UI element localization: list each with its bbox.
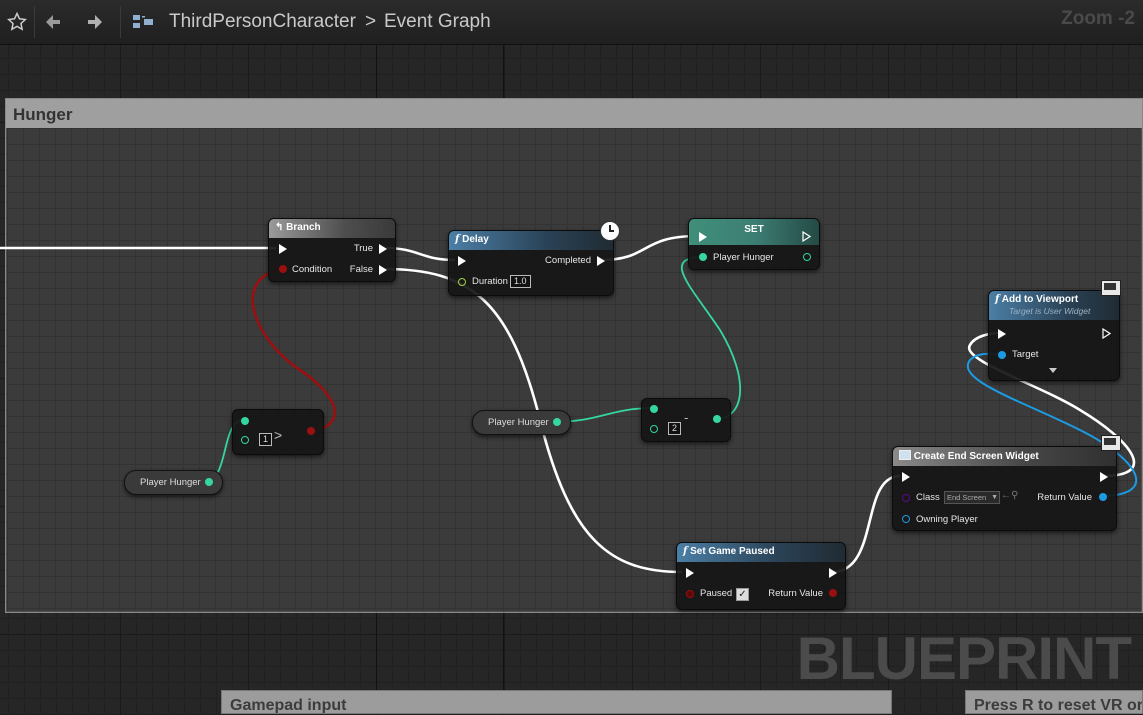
- wires-layer: [0, 234, 1138, 574]
- set-player-hunger-out-pin[interactable]: [803, 253, 811, 261]
- monitor-icon: [1101, 280, 1121, 296]
- set-game-paused-return-label: Return Value: [768, 588, 823, 599]
- delay-completed-pin[interactable]: [597, 256, 605, 266]
- add-to-viewport-header: f Add to Viewport Target is User Widget: [989, 291, 1119, 320]
- create-widget-header: Create End Screen Widget: [893, 447, 1116, 466]
- create-widget-node[interactable]: Create End Screen Widget Class End Scree…: [892, 435, 1121, 531]
- subtract-a-pin[interactable]: [650, 405, 658, 413]
- comment-box-vr-reset[interactable]: Press R to reset VR or: [965, 690, 1143, 714]
- player-hunger-getter[interactable]: Player Hunger: [124, 470, 223, 495]
- subtract-operator: -: [684, 410, 689, 425]
- set-game-paused-header: f Set Game Paused: [677, 543, 845, 562]
- branch-true-pin[interactable]: [379, 244, 387, 254]
- set-exec-out-pin[interactable]: [802, 231, 811, 242]
- add-to-viewport-target-label: Target: [1012, 349, 1039, 360]
- create-widget-exec-out-pin[interactable]: [1100, 472, 1108, 482]
- branch-exec-in-pin[interactable]: [279, 244, 287, 254]
- delay-node-header: f Delay: [449, 231, 613, 250]
- delay-exec-in-pin[interactable]: [458, 256, 466, 266]
- set-game-paused-exec-in-pin[interactable]: [686, 568, 694, 578]
- branch-condition-pin[interactable]: [279, 265, 287, 273]
- branch-title: Branch: [286, 222, 321, 233]
- greater-a-pin[interactable]: [241, 417, 249, 425]
- set-exec-in-pin[interactable]: [699, 232, 707, 242]
- create-widget-title: Create End Screen Widget: [913, 451, 1039, 462]
- blueprint-watermark: BLUEPRINT: [796, 625, 1132, 692]
- add-to-viewport-subtitle: Target is User Widget: [1009, 306, 1091, 316]
- branch-false-pin[interactable]: [379, 265, 387, 275]
- monitor-icon: [1101, 435, 1121, 451]
- set-player-hunger-label: Player Hunger: [713, 252, 774, 263]
- branch-icon: ↰: [275, 222, 284, 233]
- greater-result-pin[interactable]: [307, 427, 315, 435]
- set-game-paused-paused-pin[interactable]: [686, 590, 694, 598]
- greater-b-input[interactable]: 1: [259, 433, 273, 446]
- dropdown-arrow-icon: ▼: [991, 494, 998, 501]
- create-widget-exec-in-pin[interactable]: [902, 472, 910, 482]
- function-icon: f: [455, 234, 460, 245]
- function-icon: f: [995, 294, 1000, 305]
- set-player-hunger-node[interactable]: SET Player Hunger: [688, 218, 820, 270]
- set-player-hunger-in-pin[interactable]: [699, 253, 707, 261]
- set-game-paused-node[interactable]: f Set Game Paused Paused ✓ Return Value: [676, 542, 846, 610]
- branch-true-label: True: [353, 243, 373, 254]
- add-to-viewport-exec-in-pin[interactable]: [998, 329, 1006, 339]
- set-game-paused-return-pin[interactable]: [829, 589, 837, 597]
- greater-than-node[interactable]: 1 >: [232, 409, 324, 455]
- subtract-node[interactable]: 2 -: [641, 398, 731, 442]
- clock-icon: [600, 221, 620, 241]
- create-widget-return-label: Return Value: [1037, 492, 1092, 503]
- branch-condition-label: Condition: [292, 264, 333, 275]
- create-widget-class-value: End Screen: [947, 493, 987, 502]
- set-game-paused-title: Set Game Paused: [690, 546, 775, 557]
- create-widget-class-pin[interactable]: [902, 494, 910, 502]
- player-hunger-getter-pin[interactable]: [205, 478, 213, 486]
- add-to-viewport-title: Add to Viewport: [1001, 294, 1079, 305]
- create-widget-owning-player-pin[interactable]: [902, 515, 910, 523]
- paused-checkbox[interactable]: ✓: [736, 588, 749, 601]
- browse-search-icon[interactable]: ⚲: [1011, 490, 1018, 501]
- greater-b-pin[interactable]: [241, 436, 249, 444]
- delay-completed-label: Completed: [545, 255, 591, 266]
- create-widget-class-select[interactable]: End Screen ▼: [944, 491, 1000, 504]
- delay-duration-pin[interactable]: [458, 278, 466, 286]
- create-widget-class-label: Class: [916, 492, 940, 503]
- greater-operator: >: [274, 427, 283, 443]
- set-game-paused-exec-out-pin[interactable]: [829, 568, 837, 578]
- comment-box-gamepad-input[interactable]: Gamepad input: [221, 690, 892, 714]
- subtract-b-input[interactable]: 2: [668, 422, 682, 435]
- player-hunger-getter-pin[interactable]: [553, 418, 561, 426]
- widget-icon: [899, 450, 911, 460]
- expand-arrow-icon[interactable]: [1049, 368, 1057, 373]
- create-widget-return-pin[interactable]: [1099, 493, 1107, 501]
- delay-node[interactable]: f Delay Completed Duration 1.0: [448, 221, 620, 296]
- branch-node[interactable]: ↰ Branch True Condition False: [268, 218, 396, 282]
- add-to-viewport-node[interactable]: f Add to Viewport Target is User Widget …: [988, 280, 1121, 381]
- use-selected-arrow-icon[interactable]: ←: [1001, 490, 1011, 501]
- branch-node-header: ↰ Branch: [269, 219, 395, 238]
- player-hunger-getter-label: Player Hunger: [488, 417, 549, 428]
- add-to-viewport-target-pin[interactable]: [998, 351, 1006, 359]
- exec-wire-delay-set: [600, 234, 699, 262]
- player-hunger-getter-label: Player Hunger: [140, 477, 201, 488]
- subtract-b-pin[interactable]: [650, 425, 658, 433]
- delay-duration-input[interactable]: 1.0: [510, 275, 531, 288]
- bool-wire-condition: [251, 267, 336, 433]
- float-wire-subtract-set: [681, 256, 741, 420]
- function-icon: f: [683, 546, 688, 557]
- set-node-header: SET: [689, 219, 819, 245]
- subtract-result-pin[interactable]: [713, 415, 721, 423]
- create-widget-owning-player-label: Owning Player: [916, 514, 978, 525]
- add-to-viewport-exec-out-pin[interactable]: [1102, 328, 1111, 339]
- delay-title: Delay: [462, 234, 489, 245]
- delay-duration-label: Duration: [472, 276, 508, 287]
- player-hunger-getter[interactable]: Player Hunger: [472, 410, 571, 435]
- branch-false-label: False: [349, 264, 373, 275]
- set-game-paused-paused-label: Paused: [700, 588, 733, 599]
